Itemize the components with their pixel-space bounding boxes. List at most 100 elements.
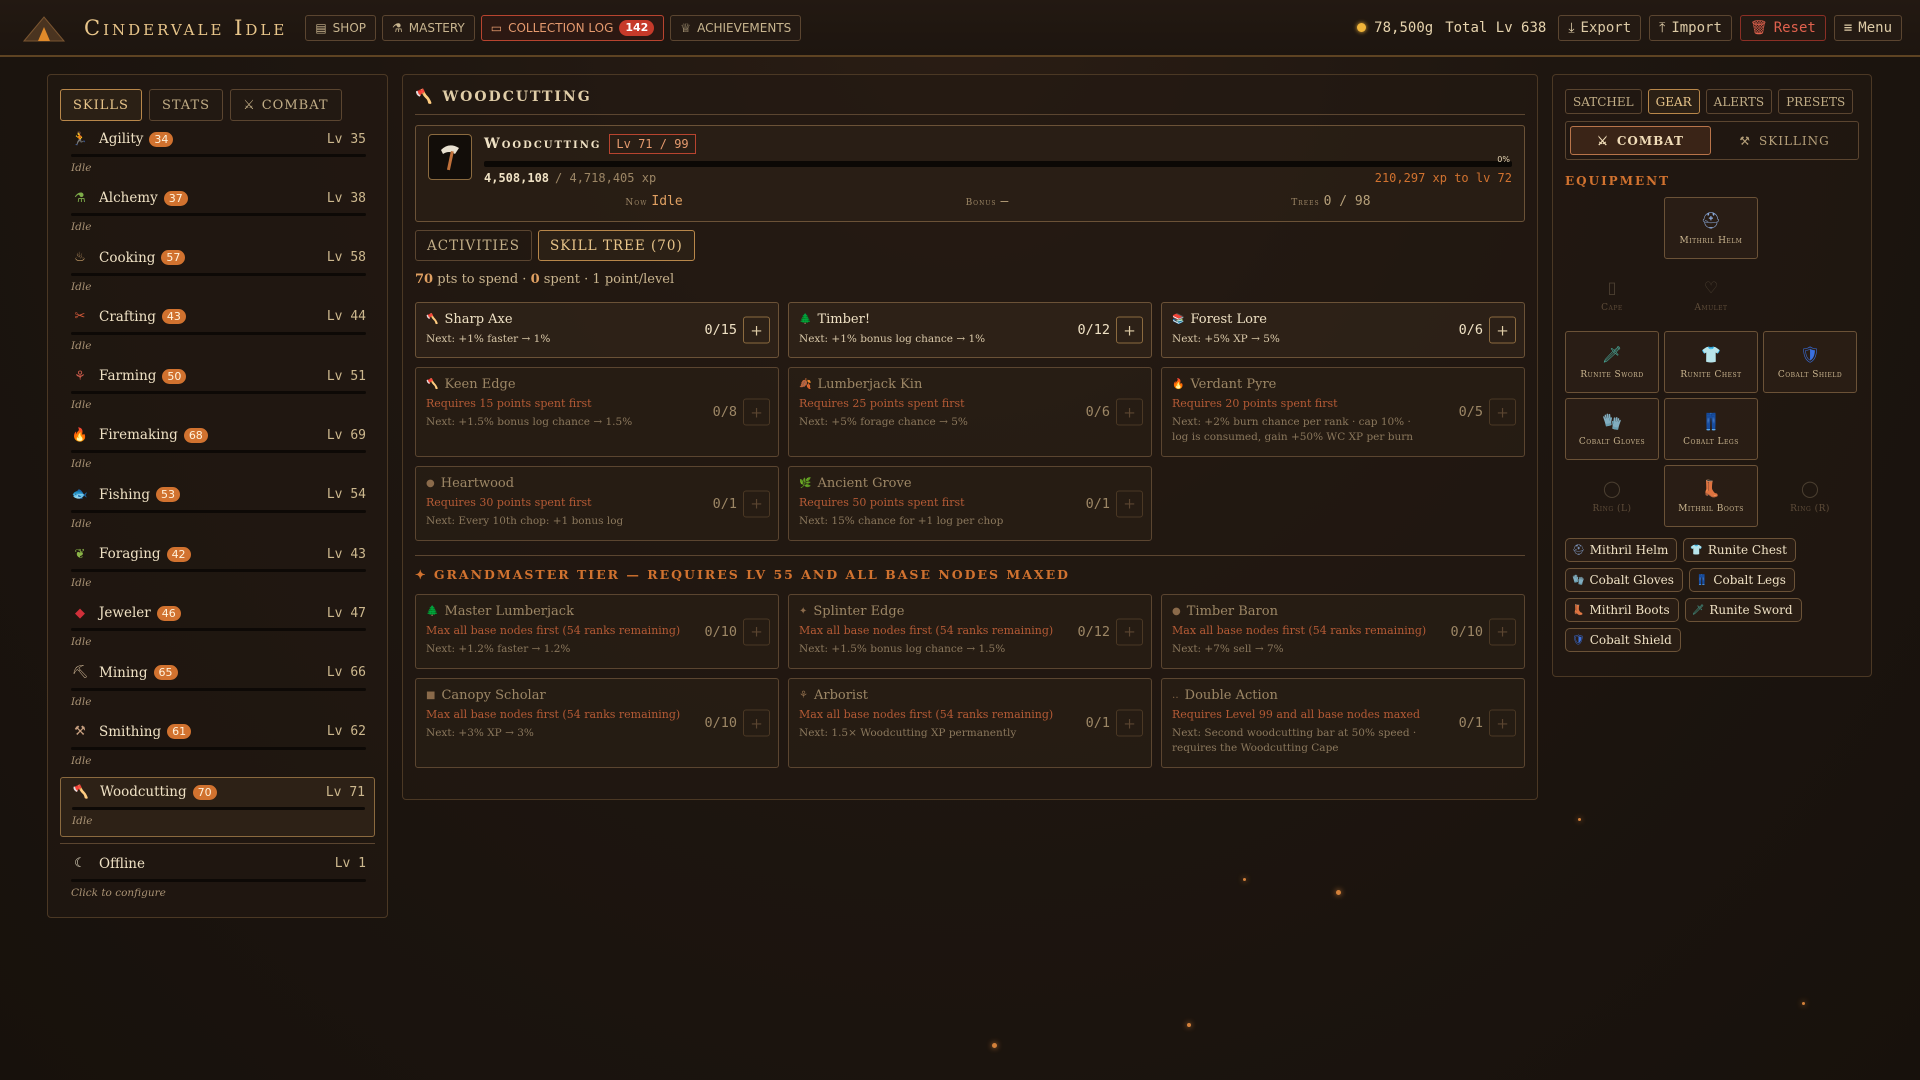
tab-combat[interactable]: ⚔ COMBAT — [230, 89, 342, 121]
points-tail: spent · 1 point/level — [543, 272, 675, 287]
equip-slot-ring-l[interactable]: ◯ Ring (L) — [1565, 465, 1659, 527]
tab-gear[interactable]: GEAR — [1647, 89, 1700, 114]
tab-presets[interactable]: PRESETS — [1778, 89, 1854, 114]
skill-icon: ♨ — [74, 250, 86, 266]
equipment-grid: ⛑ Mithril Helm ▯ Cape ♡ Amulet 🗡 Runite Sword 👕 R… — [1565, 197, 1859, 527]
skill-icon: 🪓 — [72, 784, 90, 800]
skill-item[interactable]: ◆ Jeweler 46 Lv 47 Idle — [60, 599, 375, 658]
skill-item[interactable]: 🏃 Agility 34 Lv 35 Idle — [60, 125, 375, 184]
bonus-value: — — [1000, 194, 1009, 209]
skill-icon: 🐟 — [71, 487, 89, 503]
item-icon: 🗡 — [1691, 604, 1705, 616]
slot-label: Runite Chest — [1680, 369, 1742, 380]
equipped-item-chip[interactable]: ⛑ Mithril Helm — [1565, 538, 1678, 562]
node-plus-button[interactable]: + — [1116, 398, 1143, 426]
node-plus-button[interactable]: + — [1116, 490, 1143, 517]
offline-item[interactable]: ☾ Offline Lv 1 Click to configure — [60, 842, 375, 902]
node-plus-button[interactable]: + — [743, 316, 770, 344]
skill-item[interactable]: ⚘ Farming 50 Lv 51 Idle — [60, 362, 375, 421]
equipped-item-chip[interactable]: 👖 Cobalt Legs — [1688, 568, 1795, 592]
offline-name: Offline — [99, 855, 145, 872]
collection-log-label: COLLECTION LOG — [508, 20, 614, 35]
node-plus-button[interactable]: + — [743, 490, 770, 517]
node-plus-button[interactable]: + — [1489, 709, 1516, 737]
equip-slot-cobalt-shield[interactable]: 🛡 Cobalt Shield — [1763, 331, 1857, 393]
grandmaster-grid: 🌲 Master Lumberjack Max all base nodes fir… — [415, 594, 1525, 768]
slot-icon: 👢 — [1701, 478, 1721, 498]
achievements-button[interactable]: ♕ ACHIEVEMENTS — [670, 14, 802, 41]
collection-log-button[interactable]: ▭ COLLECTION LOG 142 — [480, 14, 665, 41]
slot-label: Mithril Helm — [1679, 235, 1743, 246]
node-plus-button[interactable]: + — [1489, 316, 1516, 344]
tab-skill-tree[interactable]: SKILL TREE (70) — [537, 230, 695, 261]
skill-progress-bar — [71, 569, 366, 573]
equip-slot-ring-r[interactable]: ◯ Ring (R) — [1763, 465, 1857, 527]
skill-item[interactable]: ⛏ Mining 65 Lv 66 Idle — [60, 659, 375, 718]
equipped-item-chip[interactable]: 🗡 Runite Sword — [1684, 598, 1802, 622]
equipped-item-chip[interactable]: 🛡 Cobalt Shield — [1565, 628, 1681, 652]
import-button[interactable]: ⤒ Import — [1649, 14, 1732, 41]
node-plus-button[interactable]: + — [743, 398, 770, 426]
item-icon: 👕 — [1690, 544, 1703, 556]
gear-panel: SATCHEL GEAR ALERTS PRESETS ⚔ COMBAT ⚒ S… — [1552, 74, 1872, 677]
equipped-item-chip[interactable]: 👢 Mithril Boots — [1565, 598, 1679, 622]
skill-item[interactable]: 🔥 Firemaking 68 Lv 69 Idle — [60, 421, 375, 480]
tab-stats[interactable]: STATS — [148, 89, 224, 121]
equip-slot-cape[interactable]: ▯ Cape — [1565, 264, 1659, 326]
equip-slot-amulet[interactable]: ♡ Amulet — [1664, 264, 1758, 326]
equip-slot-runite-sword[interactable]: 🗡 Runite Sword — [1565, 331, 1659, 393]
slot-label: Cobalt Legs — [1683, 436, 1739, 447]
tab-skills[interactable]: SKILLS — [60, 89, 142, 121]
slot-label: Ring (R) — [1790, 503, 1830, 514]
tab-satchel[interactable]: SATCHEL — [1565, 89, 1642, 114]
equip-slot-mithril-boots[interactable]: 👢 Mithril Boots — [1664, 465, 1758, 527]
node-name: Timber Baron — [1186, 604, 1278, 619]
skill-progress-bar — [71, 450, 366, 454]
mastery-button[interactable]: ⚗ MASTERY — [382, 14, 475, 41]
skill-item[interactable]: ♨ Cooking 57 Lv 58 Idle — [60, 244, 375, 303]
skill-item[interactable]: ⚒ Smithing 61 Lv 62 Idle — [60, 718, 375, 777]
equip-slot-cobalt-gloves[interactable]: 🧤 Cobalt Gloves — [1565, 398, 1659, 460]
slot-icon: 👕 — [1701, 344, 1721, 364]
node-next-effect: Next: +5% forage chance → 5% — [799, 416, 968, 428]
skill-name: Mining — [99, 664, 148, 681]
tab-alerts[interactable]: ALERTS — [1705, 89, 1773, 114]
skill-icon: ⚒ — [74, 724, 86, 740]
skill-node: ■ Canopy Scholar Max all base nodes first … — [415, 678, 779, 768]
equipped-item-chip[interactable]: 👕 Runite Chest — [1683, 538, 1796, 562]
skill-item[interactable]: ✂ Crafting 43 Lv 44 Idle — [60, 303, 375, 362]
points-spent: 0 — [530, 272, 540, 287]
skill-icon: ◆ — [75, 605, 85, 621]
node-next-effect: Next: +3% XP → 3% — [426, 727, 534, 739]
export-button[interactable]: ⤓ Export — [1558, 14, 1642, 41]
skill-item[interactable]: ⚗ Alchemy 37 Lv 38 Idle — [60, 184, 375, 243]
equip-slot-runite-chest[interactable]: 👕 Runite Chest — [1664, 331, 1758, 393]
skill-mastery-badge: 70 — [192, 784, 217, 800]
skill-item[interactable]: 🪓 Woodcutting 70 Lv 71 Idle — [60, 777, 375, 837]
node-next-effect: Next: +1.5% bonus log chance → 1.5% — [426, 416, 633, 428]
menu-button[interactable]: ≡ Menu — [1833, 14, 1902, 41]
shop-button[interactable]: ▤ SHOP — [305, 14, 376, 41]
tab-activities[interactable]: ACTIVITIES — [415, 230, 532, 261]
offline-status: Click to configure — [71, 886, 166, 899]
node-plus-button[interactable]: + — [743, 618, 770, 645]
slot-label: Cape — [1601, 302, 1623, 313]
skill-item[interactable]: ❦ Foraging 42 Lv 43 Idle — [60, 540, 375, 599]
equip-slot-mithril-helm[interactable]: ⛑ Mithril Helm — [1664, 197, 1758, 259]
reset-button[interactable]: 🗑 Reset — [1739, 14, 1826, 41]
node-plus-button[interactable]: + — [743, 709, 770, 737]
combat-mode-button[interactable]: ⚔ COMBAT — [1570, 126, 1711, 155]
skill-item[interactable]: 🐟 Fishing 53 Lv 54 Idle — [60, 481, 375, 540]
skill-icon: ⛏ — [71, 665, 89, 681]
node-plus-button[interactable]: + — [1489, 618, 1516, 645]
node-next-effect: Next: +1.5% bonus log chance → 1.5% — [799, 643, 1006, 655]
equip-slot-cobalt-legs[interactable]: 👖 Cobalt Legs — [1664, 398, 1758, 460]
node-rank-count: 0/1 — [1458, 715, 1483, 731]
node-plus-button[interactable]: + — [1116, 709, 1143, 737]
node-plus-button[interactable]: + — [1116, 316, 1143, 344]
equipped-item-chip[interactable]: 🧤 Cobalt Gloves — [1565, 568, 1683, 592]
node-plus-button[interactable]: + — [1489, 398, 1516, 426]
panel-title: Woodcutting — [442, 89, 592, 105]
node-plus-button[interactable]: + — [1116, 618, 1143, 645]
skilling-mode-button[interactable]: ⚒ SKILLING — [1715, 126, 1854, 155]
